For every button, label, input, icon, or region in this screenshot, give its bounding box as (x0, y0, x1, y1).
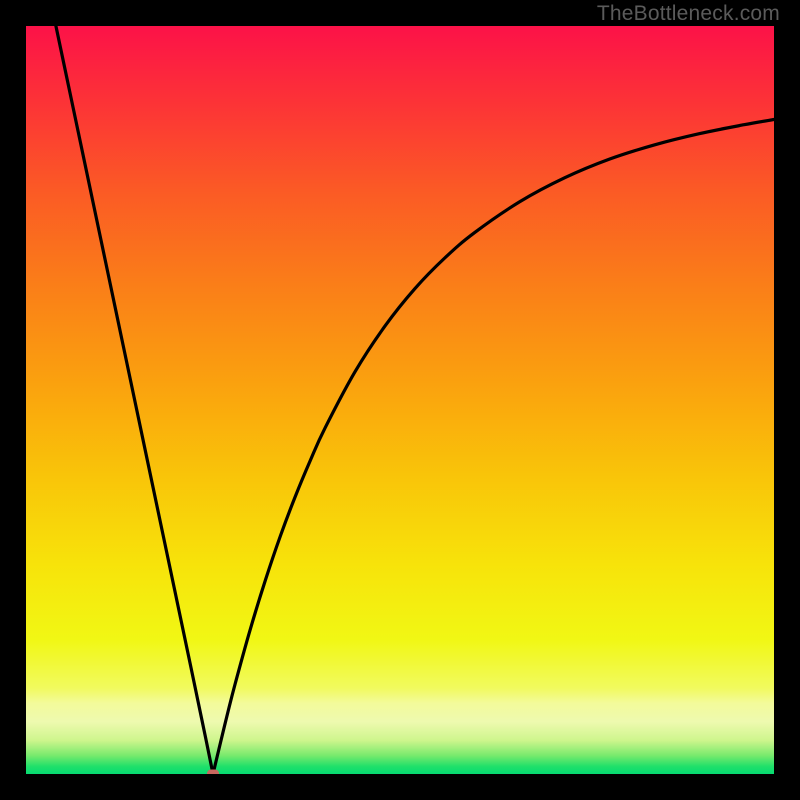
watermark-text: TheBottleneck.com (597, 2, 780, 26)
gradient-background (26, 26, 774, 774)
chart-svg (26, 26, 774, 774)
chart-frame: TheBottleneck.com (0, 0, 800, 800)
chart-plot-area (26, 26, 774, 774)
min-point-marker (207, 770, 219, 775)
